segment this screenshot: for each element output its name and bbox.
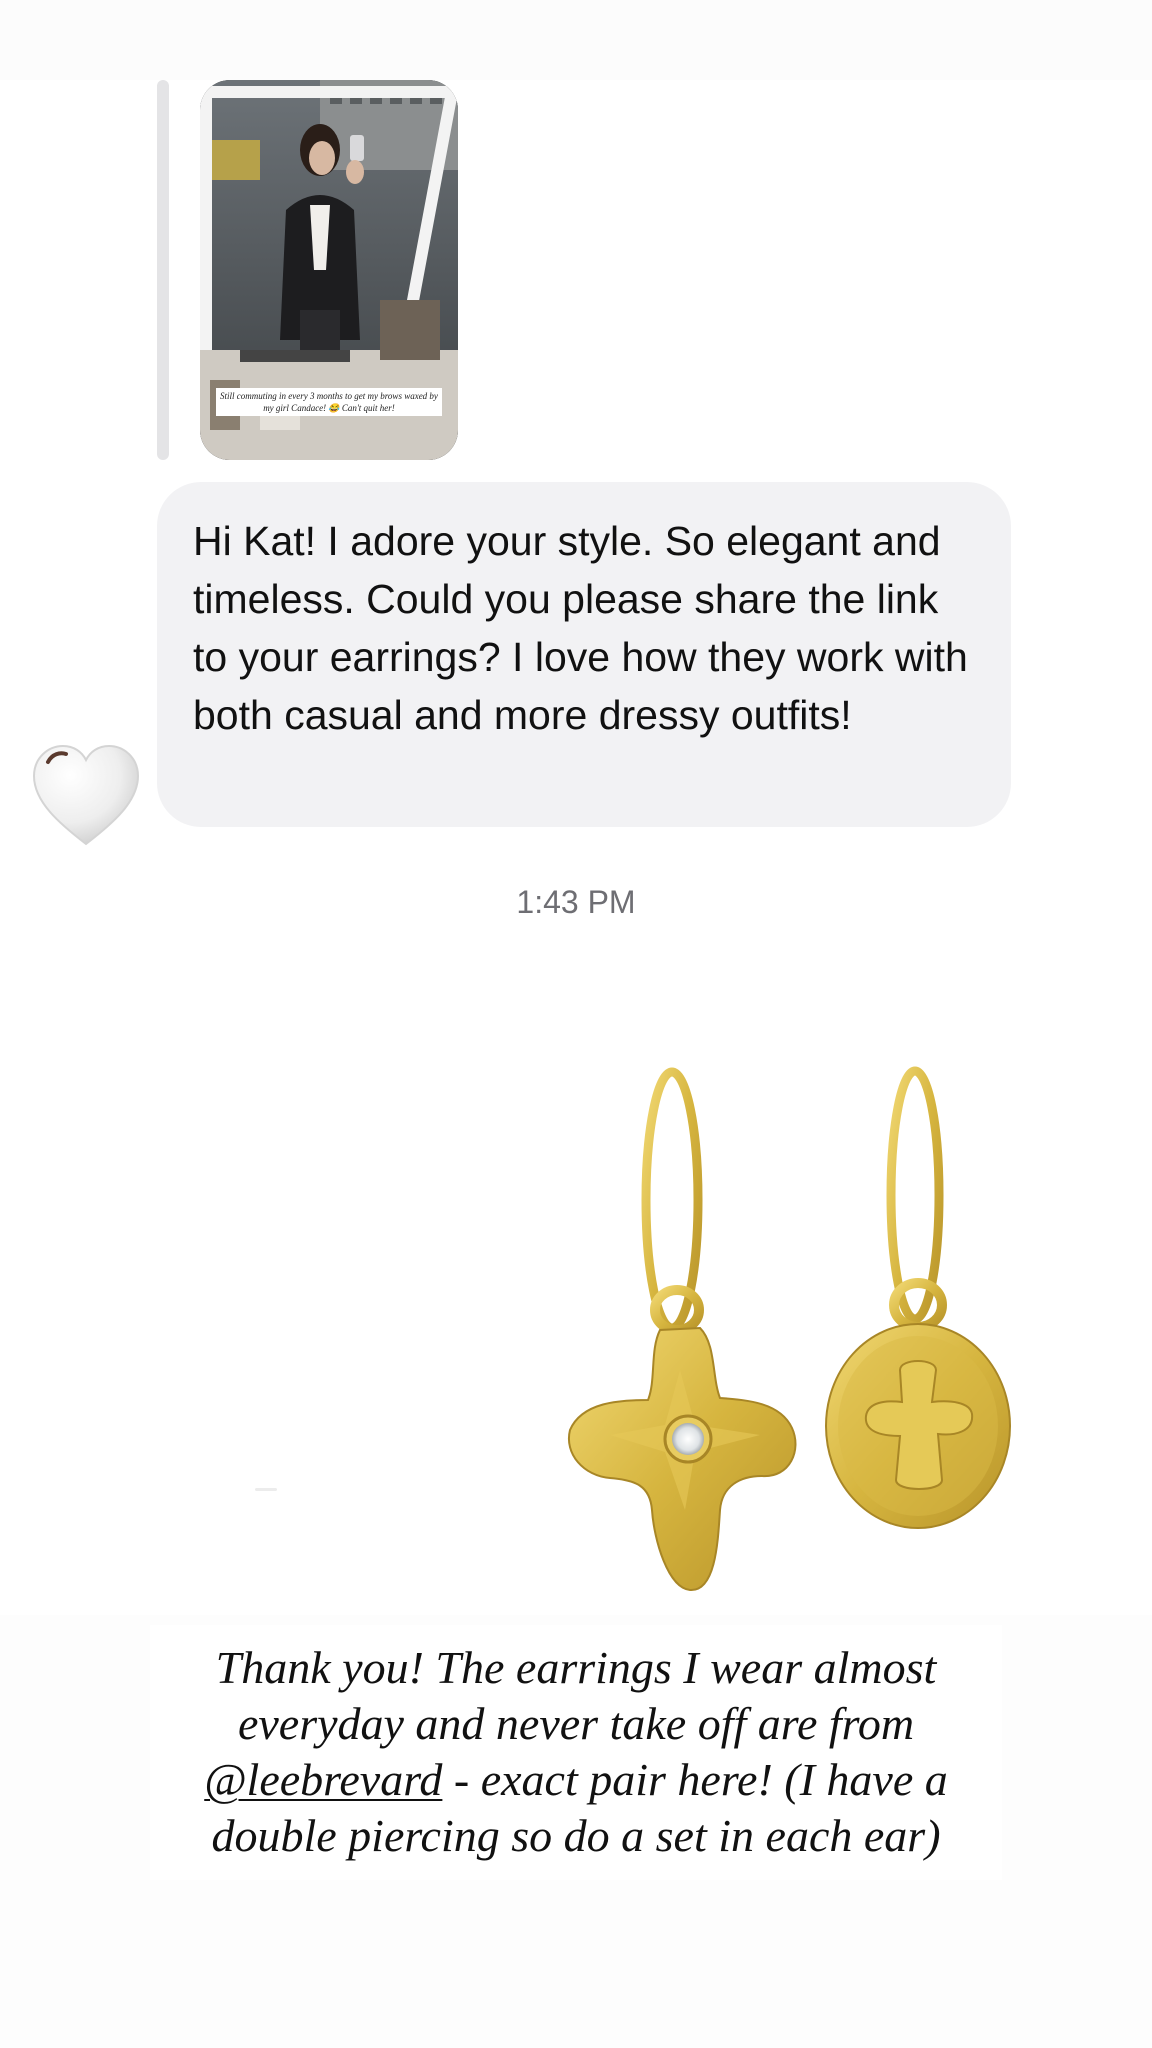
mention-link[interactable]: @leebrevard bbox=[204, 1754, 442, 1805]
white-heart-icon[interactable] bbox=[30, 740, 142, 852]
earrings-product-image[interactable] bbox=[540, 1040, 1040, 1600]
story-reply-quote-bar bbox=[157, 80, 169, 460]
top-background bbox=[0, 0, 1152, 80]
story-caption: Still commuting in every 3 months to get… bbox=[216, 388, 442, 416]
image-artifact bbox=[255, 1488, 277, 1491]
message-text: Hi Kat! I adore your style. So elegant a… bbox=[193, 518, 968, 738]
reply-text-part-1: Thank you! The earrings I wear almost ev… bbox=[215, 1642, 937, 1749]
message-timestamp: 1:43 PM bbox=[516, 884, 636, 920]
message-bubble[interactable]: Hi Kat! I adore your style. So elegant a… bbox=[157, 482, 1011, 827]
reply-caption: Thank you! The earrings I wear almost ev… bbox=[150, 1640, 1002, 1864]
story-thumbnail[interactable]: Still commuting in every 3 months to get… bbox=[200, 80, 458, 460]
